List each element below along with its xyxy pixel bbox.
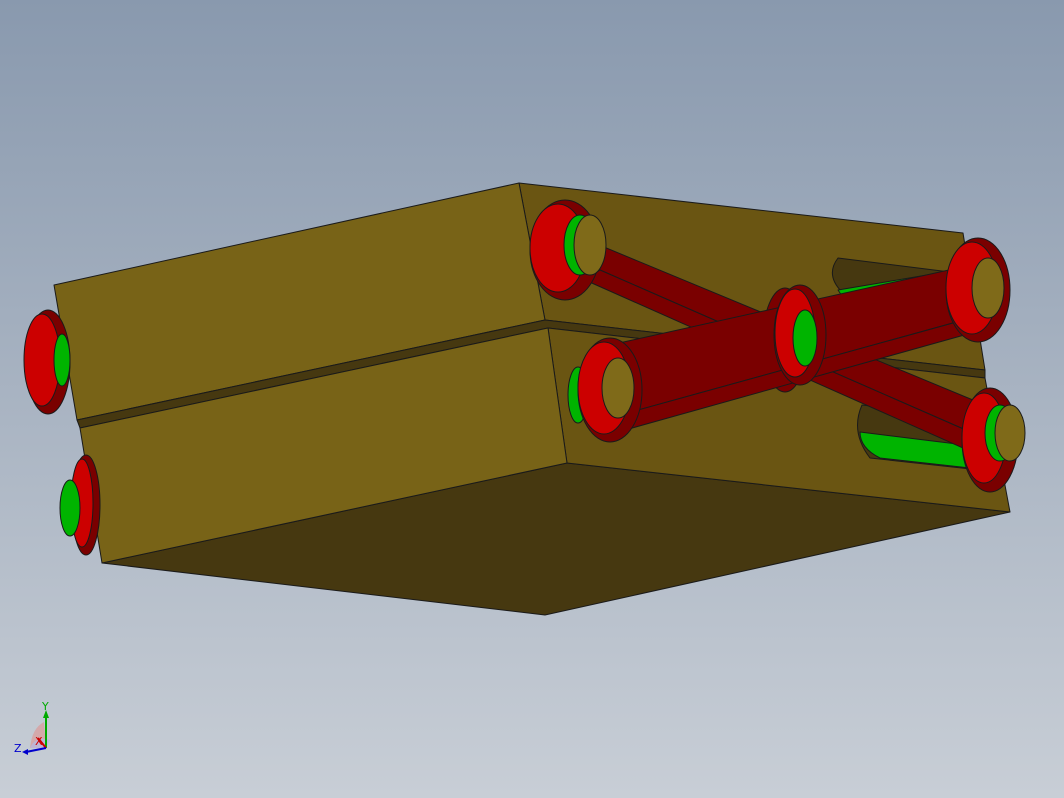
cad-scene[interactable]: Y X Z (0, 0, 1064, 798)
center-pin[interactable] (773, 284, 827, 386)
link-pin-top-right[interactable] (945, 237, 1011, 343)
triad-x-label: X (35, 735, 43, 748)
triad-z-label: Z (14, 742, 22, 755)
graphics-viewport[interactable]: Y X Z (0, 0, 1064, 798)
triad-y-label: Y (41, 700, 49, 713)
